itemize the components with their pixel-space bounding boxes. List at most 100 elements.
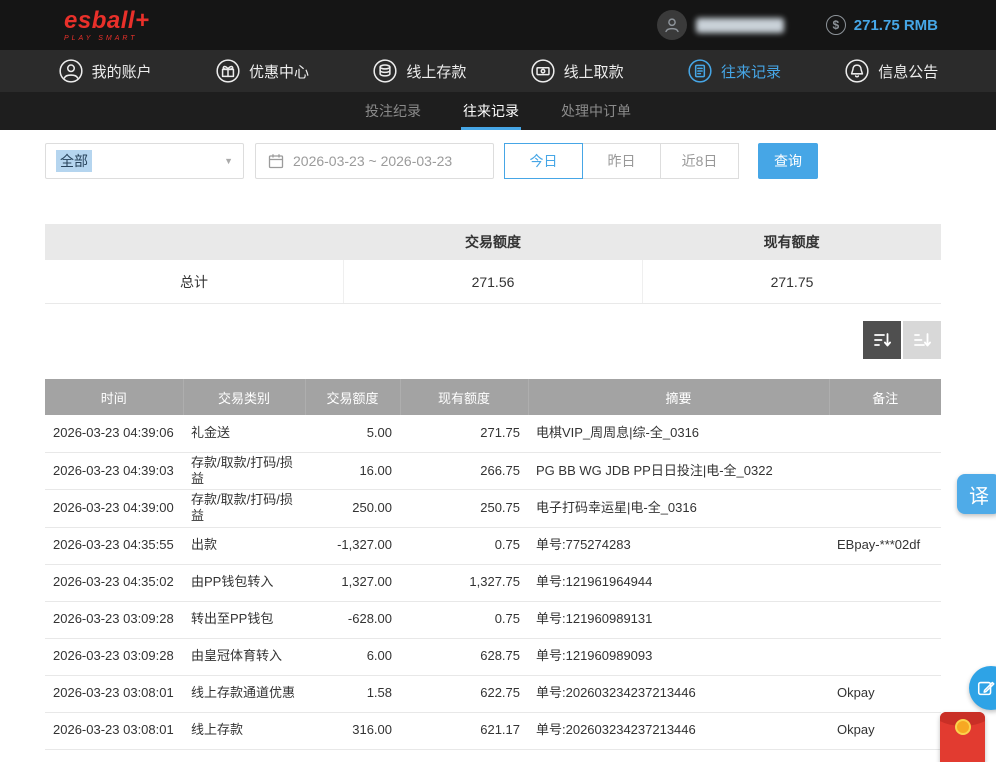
summary-header-spacer xyxy=(45,224,344,260)
yesterday-button[interactable]: 昨日 xyxy=(582,143,661,179)
last-8-days-button[interactable]: 近8日 xyxy=(660,143,739,179)
cell-remark: Okpay xyxy=(829,712,941,749)
type-select[interactable]: 全部 ▼ xyxy=(45,143,244,179)
sort-ascending-button[interactable] xyxy=(903,321,941,359)
gift-circle-icon xyxy=(215,58,241,84)
search-button[interactable]: 查询 xyxy=(758,143,818,179)
summary-header-transaction: 交易额度 xyxy=(344,224,643,260)
document-circle-icon xyxy=(687,58,713,84)
summary-transaction-total: 271.56 xyxy=(343,260,642,303)
cell-summary: 单号:121960989093 xyxy=(528,638,829,675)
col-category: 交易类别 xyxy=(183,379,305,415)
nav-item-transaction-records[interactable]: 往来记录 xyxy=(687,58,781,84)
filter-row: 全部 ▼ 2026-03-23 ~ 2026-03-23 今日 昨日 近8日 查… xyxy=(45,143,941,179)
balance-display[interactable]: $ 271.75 RMB xyxy=(826,15,938,35)
summary-total-row: 总计 271.56 271.75 xyxy=(45,260,941,304)
cell-amount: 1,327.00 xyxy=(305,564,400,601)
cell-category: 礼金送 xyxy=(183,415,305,452)
tab-label: 投注纪录 xyxy=(365,101,421,121)
col-summary: 摘要 xyxy=(528,379,829,415)
cell-amount: 16.00 xyxy=(305,452,400,490)
records-table-header: 时间 交易类别 交易额度 现有额度 摘要 备注 xyxy=(45,379,941,415)
table-row: 2026-03-23 04:39:06礼金送5.00271.75电棋VIP_周周… xyxy=(45,415,941,452)
username-blurred xyxy=(696,18,784,33)
summary-balance-total: 271.75 xyxy=(642,260,941,303)
cell-category: 线上存款 xyxy=(183,712,305,749)
cell-summary: 单号:121960989131 xyxy=(528,601,829,638)
cell-balance: 621.17 xyxy=(400,712,528,749)
cell-remark xyxy=(829,564,941,601)
table-row: 2026-03-23 04:35:55出款-1,327.000.75单号:775… xyxy=(45,527,941,564)
chevron-down-icon: ▼ xyxy=(224,156,233,166)
cell-category: 由PP钱包转入 xyxy=(183,564,305,601)
cell-time: 2026-03-23 03:09:28 xyxy=(45,638,183,675)
cell-category: 线上存款通道优惠 xyxy=(183,675,305,712)
nav-item-withdraw[interactable]: 线上取款 xyxy=(530,58,624,84)
nav-item-my-account[interactable]: 我的账户 xyxy=(58,58,152,84)
red-envelope-button[interactable] xyxy=(940,712,985,762)
cell-amount: 1.58 xyxy=(305,675,400,712)
nav-item-announcements[interactable]: 信息公告 xyxy=(844,58,938,84)
tab-processing-orders[interactable]: 处理中订单 xyxy=(559,92,633,130)
tab-betting-records[interactable]: 投注纪录 xyxy=(363,92,423,130)
date-range-input[interactable]: 2026-03-23 ~ 2026-03-23 xyxy=(255,143,494,179)
cell-time: 2026-03-23 04:39:00 xyxy=(45,490,183,528)
table-row: 2026-03-23 03:08:01线上存款通道优惠1.58622.75单号:… xyxy=(45,675,941,712)
cell-category: 存款/取款/打码/损益 xyxy=(183,490,305,528)
logo[interactable]: esball+ PLAY SMART xyxy=(64,9,150,42)
feedback-button[interactable] xyxy=(969,666,996,710)
cell-remark: Okpay xyxy=(829,675,941,712)
tab-transaction-records[interactable]: 往来记录 xyxy=(461,92,521,130)
cell-time: 2026-03-23 04:35:02 xyxy=(45,564,183,601)
records-table-body: 2026-03-23 04:39:06礼金送5.00271.75电棋VIP_周周… xyxy=(45,415,941,749)
table-row: 2026-03-23 03:08:01线上存款316.00621.17单号:20… xyxy=(45,712,941,749)
summary-header-balance: 现有额度 xyxy=(642,224,941,260)
cell-summary: 电棋VIP_周周息|综-全_0316 xyxy=(528,415,829,452)
sort-descending-button[interactable] xyxy=(863,321,901,359)
summary-table: 交易额度 现有额度 总计 271.56 271.75 xyxy=(45,224,941,304)
summary-header: 交易额度 现有额度 xyxy=(45,224,941,260)
coins-circle-icon xyxy=(372,58,398,84)
today-button[interactable]: 今日 xyxy=(504,143,583,179)
topbar: esball+ PLAY SMART $ 271.75 RMB xyxy=(0,0,996,50)
sort-ascending-icon xyxy=(912,330,932,350)
cell-summary: 单号:202603234237213446 xyxy=(528,675,829,712)
nav-item-deposit[interactable]: 线上存款 xyxy=(372,58,466,84)
cell-summary: PG BB WG JDB PP日日投注|电-全_0322 xyxy=(528,452,829,490)
cell-amount: 316.00 xyxy=(305,712,400,749)
cell-remark xyxy=(829,452,941,490)
cell-amount: -1,327.00 xyxy=(305,527,400,564)
nav-item-label: 优惠中心 xyxy=(249,61,309,82)
cell-summary: 单号:121961964944 xyxy=(528,564,829,601)
cell-balance: 0.75 xyxy=(400,527,528,564)
compose-icon xyxy=(976,678,996,698)
topbar-right: $ 271.75 RMB xyxy=(657,10,938,40)
nav-item-promotions[interactable]: 优惠中心 xyxy=(215,58,309,84)
nav-item-label: 往来记录 xyxy=(721,61,781,82)
table-row: 2026-03-23 04:35:02由PP钱包转入1,327.001,327.… xyxy=(45,564,941,601)
cell-amount: 250.00 xyxy=(305,490,400,528)
banknote-circle-icon xyxy=(530,58,556,84)
cell-amount: -628.00 xyxy=(305,601,400,638)
logo-text: esball+ xyxy=(64,9,150,33)
table-row: 2026-03-23 03:09:28由皇冠体育转入6.00628.75单号:1… xyxy=(45,638,941,675)
user-account[interactable] xyxy=(657,10,784,40)
cell-category: 转出至PP钱包 xyxy=(183,601,305,638)
sort-descending-icon xyxy=(872,330,892,350)
sort-controls xyxy=(45,321,941,359)
nav-item-label: 线上取款 xyxy=(564,61,624,82)
nav-item-label: 线上存款 xyxy=(406,61,466,82)
gold-coin-icon xyxy=(955,719,971,735)
col-remark: 备注 xyxy=(829,379,941,415)
translate-button[interactable]: 译 xyxy=(957,474,996,514)
table-row: 2026-03-23 04:39:00存款/取款/打码/损益250.00250.… xyxy=(45,490,941,528)
cell-remark xyxy=(829,415,941,452)
cell-balance: 622.75 xyxy=(400,675,528,712)
cell-remark xyxy=(829,601,941,638)
cell-balance: 1,327.75 xyxy=(400,564,528,601)
main-nav: 我的账户 优惠中心 线上存款 线上取款 往来记录 信息公告 xyxy=(0,50,996,92)
cell-amount: 6.00 xyxy=(305,638,400,675)
cell-balance: 0.75 xyxy=(400,601,528,638)
bell-circle-icon xyxy=(844,58,870,84)
cell-balance: 271.75 xyxy=(400,415,528,452)
